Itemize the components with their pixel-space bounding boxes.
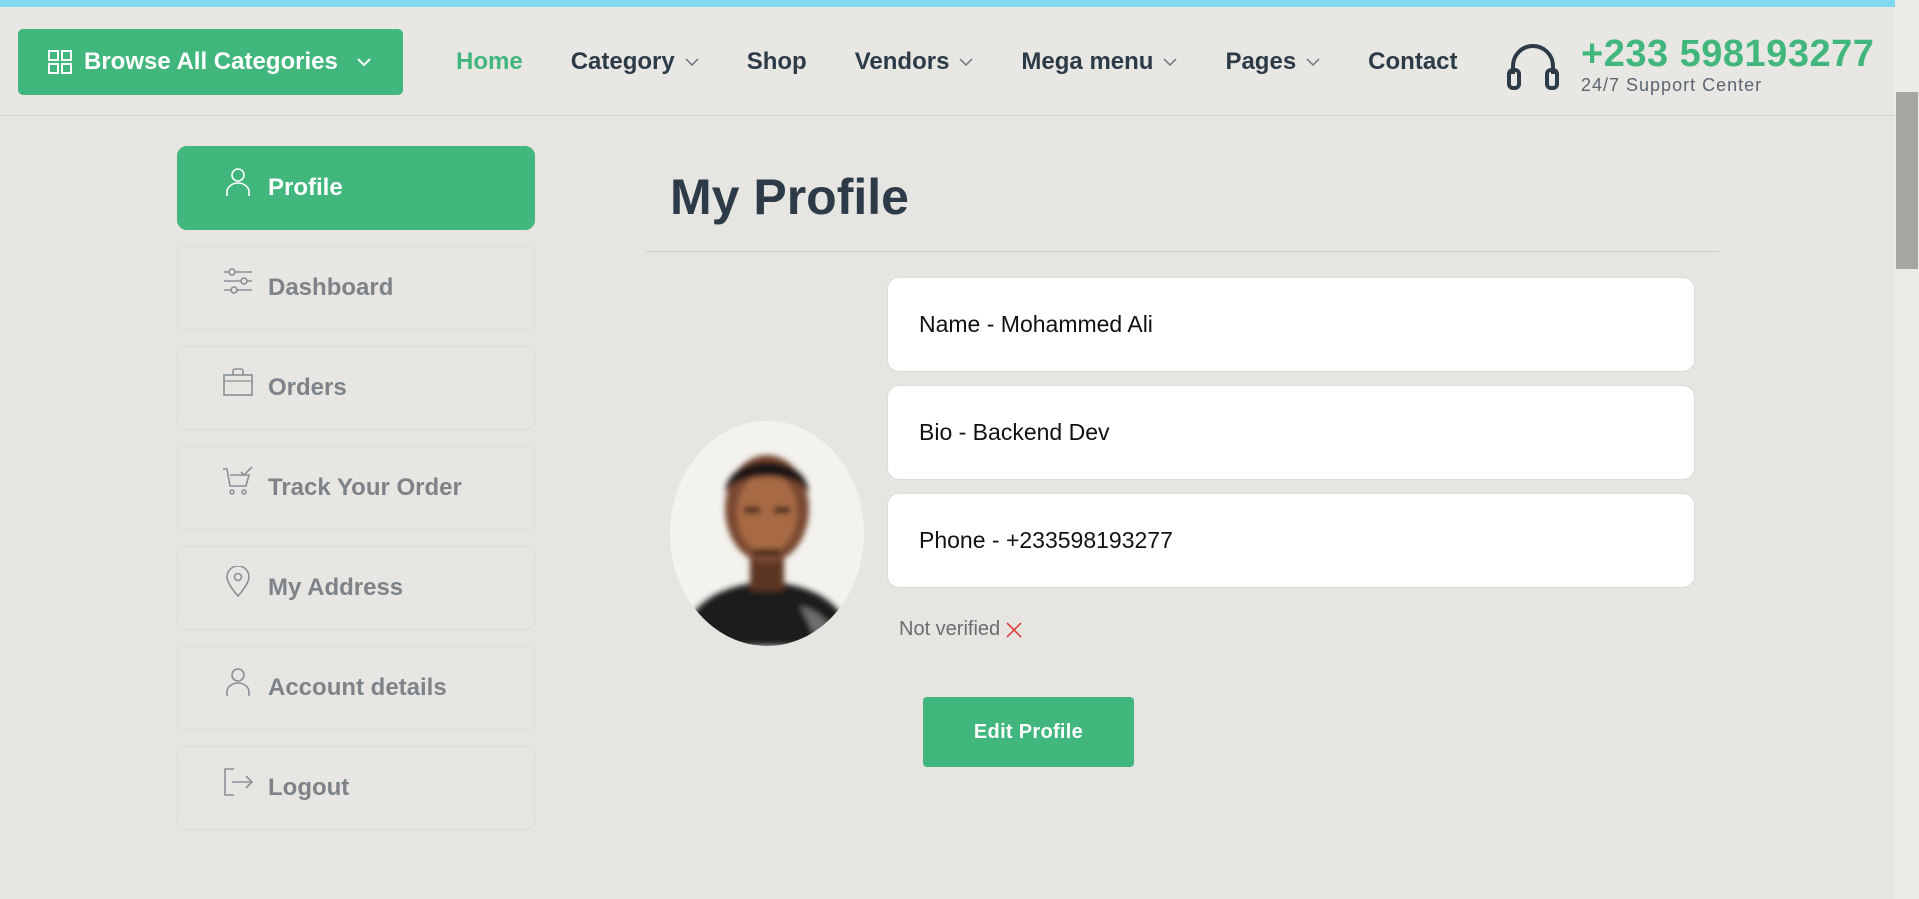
sidebar-item-dashboard[interactable]: Dashboard (177, 246, 535, 330)
support-label: 24/7 Support Center (1581, 75, 1763, 95)
verification-text: Not verified (899, 618, 1001, 640)
chevron-down-icon (357, 58, 371, 67)
chevron-down-icon (685, 57, 699, 66)
location-pin-icon (226, 566, 250, 598)
sidebar-item-logout[interactable]: Logout (177, 746, 535, 830)
edit-profile-button[interactable]: Edit Profile (923, 697, 1134, 767)
nav-label: Category (570, 48, 675, 75)
cart-check-icon (223, 466, 253, 495)
browse-categories-label: Browse All Categories (84, 48, 338, 75)
title-divider (646, 251, 1719, 252)
sliders-icon (224, 268, 252, 294)
main-nav: Home Category Shop Vendors Mega menu Pag… (456, 29, 1506, 95)
nav-label: Contact (1368, 48, 1458, 75)
avatar (670, 421, 864, 646)
nav-item-vendors[interactable]: Vendors (855, 48, 974, 76)
page-title: My Profile (670, 169, 909, 225)
sidebar-item-track-order[interactable]: Track Your Order (177, 446, 535, 530)
sidebar-item-account-details[interactable]: Account details (177, 646, 535, 730)
sidebar-item-label: Profile (268, 174, 343, 201)
bio-field: Bio - Backend Dev (887, 385, 1695, 480)
nav-item-category[interactable]: Category (571, 48, 699, 76)
avatar-photo (670, 421, 864, 646)
phone-field: Phone - +233598193277 (887, 493, 1695, 588)
nav-label: Vendors (854, 48, 950, 75)
nav-item-home[interactable]: Home (456, 48, 523, 76)
sidebar-item-label: My Address (268, 574, 404, 601)
sidebar-item-label: Dashboard (268, 274, 394, 301)
top-accent-bar (0, 0, 1919, 7)
sidebar-item-label: Track Your Order (268, 474, 462, 501)
close-icon (1006, 621, 1022, 638)
grid-icon (48, 50, 72, 74)
account-sidebar: Profile Dashboard Orders Track Your Orde… (177, 146, 535, 846)
logout-icon (224, 768, 254, 796)
sidebar-item-orders[interactable]: Orders (177, 346, 535, 430)
name-field: Name - Mohammed Ali (887, 277, 1695, 372)
support-contact: +233 598193277 24/7 Support Center (1505, 35, 1874, 96)
shopping-bag-icon (223, 368, 253, 396)
chevron-down-icon (1163, 57, 1177, 66)
nav-label: Mega menu (1021, 48, 1154, 75)
sidebar-item-my-address[interactable]: My Address (177, 546, 535, 630)
nav-label: Pages (1225, 48, 1297, 75)
support-phone[interactable]: +233 598193277 (1581, 35, 1874, 73)
nav-item-contact[interactable]: Contact (1368, 48, 1457, 76)
user-icon (226, 168, 250, 196)
verification-status: Not verified (899, 618, 1023, 641)
headset-icon (1507, 43, 1559, 90)
sidebar-item-label: Orders (268, 374, 347, 401)
sidebar-item-label: Account details (268, 674, 447, 701)
nav-item-mega-menu[interactable]: Mega menu (1021, 48, 1177, 76)
nav-label: Home (456, 48, 523, 75)
scrollbar-thumb[interactable] (1896, 92, 1918, 269)
nav-item-pages[interactable]: Pages (1225, 48, 1320, 76)
browse-categories-button[interactable]: Browse All Categories (18, 29, 403, 95)
nav-item-shop[interactable]: Shop (747, 48, 807, 76)
nav-label: Shop (746, 48, 807, 75)
chevron-down-icon (959, 57, 973, 66)
sidebar-item-label: Logout (268, 774, 350, 801)
chevron-down-icon (1306, 57, 1320, 66)
user-icon (226, 668, 250, 696)
site-header: Browse All Categories Home Category Shop… (0, 7, 1895, 116)
sidebar-item-profile[interactable]: Profile (177, 146, 535, 230)
